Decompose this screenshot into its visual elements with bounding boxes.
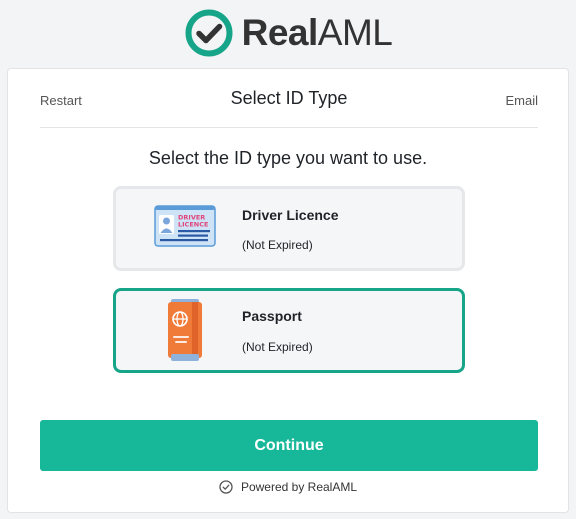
- id-selection-card: Restart Select ID Type Email Select the …: [7, 68, 569, 513]
- option-passport[interactable]: Passport (Not Expired): [113, 288, 465, 373]
- instruction-text: Select the ID type you want to use.: [148, 148, 428, 168]
- option-name: Driver Licence: [242, 207, 339, 223]
- driver-licence-icon: DRIVER LICENCE: [154, 205, 216, 247]
- check-circle-logo-icon: [185, 9, 233, 57]
- option-name: Passport: [242, 308, 302, 324]
- licence-card-text-bottom: LICENCE: [178, 221, 208, 229]
- page-title: Select ID Type: [230, 88, 348, 108]
- passport-icon: [168, 299, 202, 361]
- brand-wordmark: RealAML: [242, 8, 393, 58]
- powered-by-brand: RealAML: [307, 480, 358, 494]
- option-status: (Not Expired): [242, 238, 313, 252]
- powered-by-footer: Powered by RealAML: [8, 480, 568, 494]
- email-link[interactable]: Email: [505, 93, 538, 108]
- option-driver-licence[interactable]: DRIVER LICENCE Driver Licence (Not Expir…: [113, 186, 465, 271]
- restart-link[interactable]: Restart: [40, 93, 82, 108]
- card-header: Restart Select ID Type Email: [40, 69, 538, 128]
- option-status: (Not Expired): [242, 340, 313, 354]
- check-circle-icon: [219, 480, 233, 494]
- brand-name-bold: Real: [241, 12, 319, 53]
- brand-name-light: AML: [317, 12, 393, 53]
- continue-button[interactable]: Continue: [40, 420, 538, 471]
- brand-logo: RealAML: [0, 8, 576, 58]
- powered-by-label: Powered by: [240, 480, 305, 494]
